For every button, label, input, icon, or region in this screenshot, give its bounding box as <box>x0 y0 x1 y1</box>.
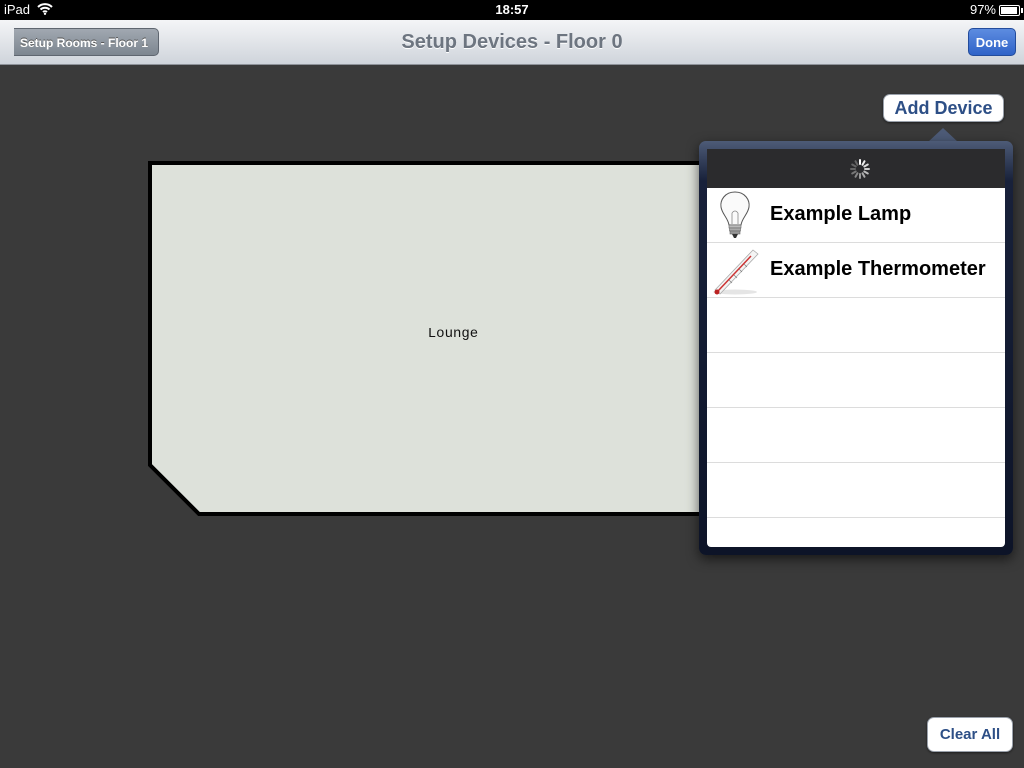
device-row-lamp[interactable]: Example Lamp <box>707 188 1005 243</box>
lightbulb-icon <box>720 191 750 238</box>
clear-all-button[interactable]: Clear All <box>927 717 1013 752</box>
popover-arrow <box>928 128 958 142</box>
empty-row <box>707 298 1005 353</box>
popover-header <box>707 149 1005 188</box>
add-device-button[interactable]: Add Device <box>883 94 1004 122</box>
loading-spinner-icon <box>850 159 870 179</box>
empty-row <box>707 518 1005 547</box>
device-list: Example Lamp Example Thermometer <box>707 188 1005 547</box>
device-row-thermometer[interactable]: Example Thermometer <box>707 243 1005 298</box>
thermometer-icon <box>713 249 759 295</box>
device-label: Example Thermometer <box>770 258 986 280</box>
empty-row <box>707 463 1005 518</box>
empty-row <box>707 353 1005 408</box>
device-picker-popover: Example Lamp Example Thermometer <box>699 141 1013 555</box>
room-label: Lounge <box>427 326 479 342</box>
device-label: Example Lamp <box>770 203 912 225</box>
empty-row <box>707 408 1005 463</box>
